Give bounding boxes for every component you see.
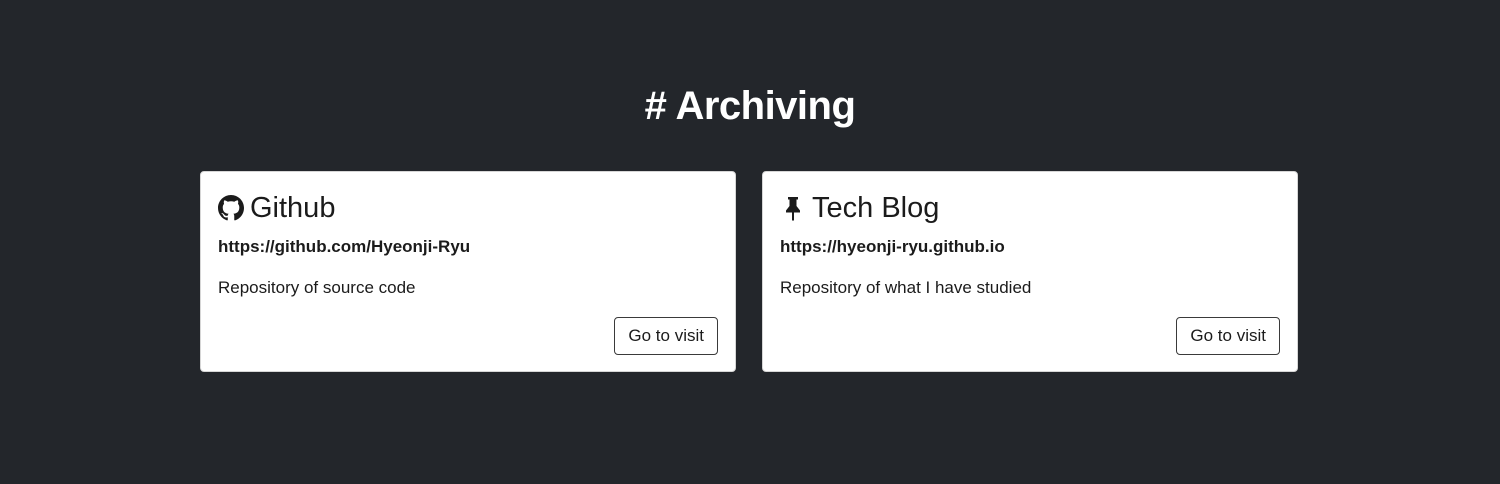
- card-description: Repository of what I have studied: [780, 278, 1032, 297]
- card-url: https://hyeonji-ryu.github.io: [780, 237, 1005, 256]
- card-url: https://github.com/Hyeonji-Ryu: [218, 237, 471, 256]
- tech-blog-card: Tech Blog https://hyeonji-ryu.github.io …: [762, 171, 1298, 372]
- github-card: Github https://github.com/Hyeonji-Ryu Re…: [200, 171, 736, 372]
- card-header: Github: [218, 190, 335, 226]
- go-to-visit-button[interactable]: Go to visit: [1176, 317, 1280, 355]
- card-description: Repository of source code: [218, 278, 416, 297]
- github-icon: [218, 195, 244, 221]
- pushpin-icon: [780, 195, 806, 221]
- card-header: Tech Blog: [780, 190, 939, 226]
- card-title: Tech Blog: [812, 192, 940, 224]
- section-title: # Archiving: [644, 84, 856, 128]
- go-to-visit-button[interactable]: Go to visit: [614, 317, 718, 355]
- card-title: Github: [250, 192, 336, 224]
